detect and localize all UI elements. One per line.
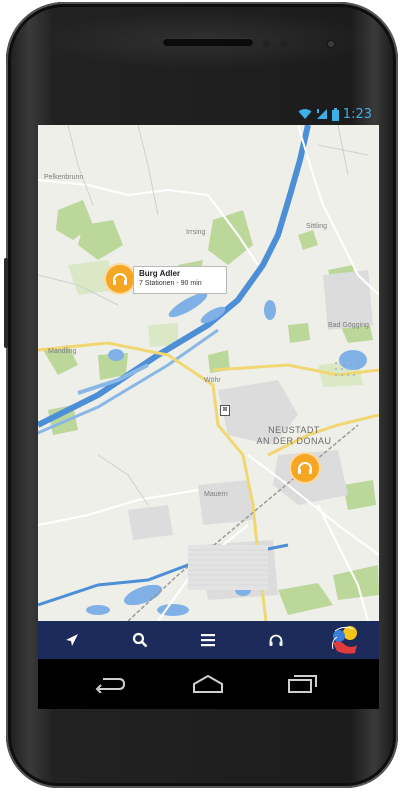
map-view[interactable]: Pelkenbrunn Irrsing Sittling Bad Gögging… bbox=[38, 125, 379, 621]
nav-app-logo-button[interactable] bbox=[310, 621, 378, 659]
map-label-woehr: Wöhr bbox=[204, 377, 221, 384]
tour-pin-burg-adler[interactable] bbox=[106, 265, 134, 293]
map-label-irrsing: Irrsing bbox=[186, 229, 206, 236]
recent-apps-icon bbox=[288, 675, 317, 693]
tour-pin-neustadt[interactable] bbox=[291, 454, 319, 482]
map-label-neustadt-line1: NEUSTADT bbox=[268, 425, 320, 435]
landmark-poi-icon[interactable]: ⊠ bbox=[220, 405, 230, 416]
location-arrow-icon bbox=[66, 634, 78, 646]
battery-icon bbox=[331, 107, 339, 121]
map-label-bad-goegging: Bad Gögging bbox=[328, 322, 369, 329]
back-icon bbox=[95, 678, 126, 693]
headphones-icon bbox=[298, 462, 312, 474]
nav-audio-tours-button[interactable] bbox=[242, 621, 310, 659]
proximity-sensor bbox=[263, 40, 270, 47]
volume-button bbox=[4, 258, 8, 348]
menu-icon bbox=[201, 634, 215, 647]
light-sensor bbox=[280, 40, 287, 47]
signal-icon bbox=[316, 109, 327, 119]
map-label-neustadt-line2: AN DER DONAU bbox=[256, 436, 332, 446]
map-label-mandling: Mandling bbox=[48, 348, 77, 355]
nav-locate-button[interactable] bbox=[38, 621, 106, 659]
wifi-icon bbox=[298, 109, 312, 119]
headphones-icon bbox=[269, 634, 283, 646]
nav-menu-button[interactable] bbox=[174, 621, 242, 659]
tour-callout[interactable]: Burg Adler 7 Stationen - 90 min bbox=[133, 266, 227, 294]
map-label-sittling: Sittling bbox=[306, 223, 328, 230]
bottom-navigation-bar bbox=[38, 621, 379, 659]
home-icon bbox=[193, 674, 223, 693]
map-canvas[interactable] bbox=[38, 125, 379, 621]
map-label-neustadt: NEUSTADT AN DER DONAU bbox=[253, 425, 335, 447]
tour-callout-title: Burg Adler bbox=[139, 269, 181, 278]
recent-apps-button[interactable] bbox=[284, 673, 320, 695]
search-icon bbox=[132, 632, 148, 648]
back-button[interactable] bbox=[92, 673, 128, 695]
headphones-icon bbox=[113, 273, 127, 285]
front-camera bbox=[326, 39, 336, 49]
status-bar: 1:23 bbox=[38, 103, 376, 125]
earpiece-speaker bbox=[163, 38, 253, 46]
system-navigation-bar bbox=[38, 659, 379, 709]
status-time: 1:23 bbox=[342, 106, 372, 122]
map-label-mauern: Mauern bbox=[204, 491, 228, 498]
app-logo-icon bbox=[332, 626, 357, 654]
map-label-pelkenbrunn: Pelkenbrunn bbox=[44, 174, 84, 181]
tour-callout-subtitle: 7 Stationen - 90 min bbox=[139, 280, 202, 287]
home-button[interactable] bbox=[190, 673, 226, 695]
nav-search-button[interactable] bbox=[106, 621, 174, 659]
